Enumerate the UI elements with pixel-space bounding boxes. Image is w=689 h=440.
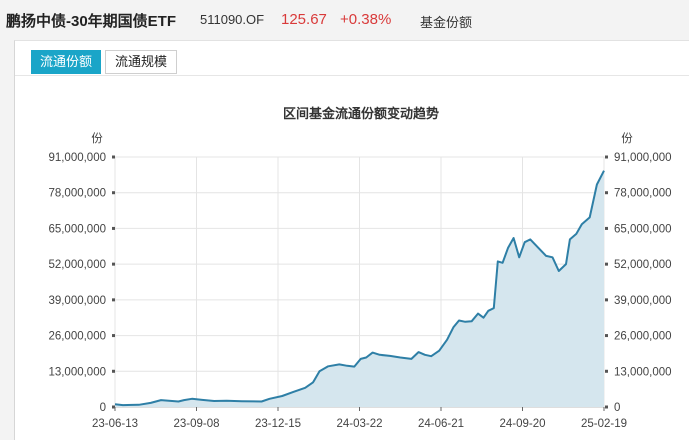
y-tick-label-right: 0 <box>614 402 620 414</box>
fund-code: 511090.OF <box>200 12 265 27</box>
y-tick-label-left: 78,000,000 <box>48 188 106 200</box>
y-tick-label-left: 13,000,000 <box>48 366 106 378</box>
y-tick-label-left: 52,000,000 <box>48 259 106 271</box>
y-tick-mark-right <box>605 405 608 409</box>
y-tick-mark-left <box>112 369 115 373</box>
y-tick-mark-right <box>605 298 608 302</box>
y-tick-mark-right <box>605 155 608 159</box>
x-tick-label: 24-09-20 <box>499 418 545 430</box>
share-trend-chart: 区间基金流通份额变动趋势 份 份 0 0 13,000,000 13,000,000 2… <box>48 106 672 430</box>
y-tick-mark-right <box>605 226 608 230</box>
y-tick-mark-left <box>112 191 115 195</box>
y-tick-label-right: 78,000,000 <box>614 188 672 200</box>
y-tick-label-right: 26,000,000 <box>614 331 672 343</box>
y-tick-label-left: 65,000,000 <box>48 223 106 235</box>
y-tick-mark-right <box>605 262 608 266</box>
fund-name: 鹏扬中债-30年期国债ETF <box>6 13 177 30</box>
x-tick-label: 23-06-13 <box>92 418 138 430</box>
chart-panel: 流通份额 流通规模 区间基金流通份额变动趋势 份 份 0 0 13,000,000 1… <box>14 40 689 440</box>
x-tick-label: 24-03-22 <box>336 418 382 430</box>
y-axis-right-unit: 份 <box>621 132 633 145</box>
y-tick-label-right: 65,000,000 <box>614 223 672 235</box>
y-tick-label-right: 91,000,000 <box>614 152 672 164</box>
y-tick-mark-right <box>605 334 608 338</box>
x-tick-label: 23-12-15 <box>255 418 301 430</box>
y-tick-label-left: 26,000,000 <box>48 331 106 343</box>
y-tick-mark-left <box>112 155 115 159</box>
y-tick-mark-left <box>112 334 115 338</box>
fund-header: 鹏扬中债-30年期国债ETF 511090.OF 125.67 +0.38% 基… <box>0 0 689 40</box>
y-tick-mark-left <box>112 298 115 302</box>
y-tick-label-right: 39,000,000 <box>614 295 672 307</box>
y-tick-mark-right <box>605 369 608 373</box>
y-tick-mark-right <box>605 191 608 195</box>
fund-price: 125.67 <box>281 11 327 28</box>
y-tick-label-right: 52,000,000 <box>614 259 672 271</box>
y-tick-label-left: 39,000,000 <box>48 295 106 307</box>
x-tick-label: 24-06-21 <box>418 418 464 430</box>
y-tick-mark-left <box>112 226 115 230</box>
x-tick-label: 23-09-08 <box>173 418 219 430</box>
y-tick-label-right: 13,000,000 <box>614 366 672 378</box>
fund-change: +0.38% <box>340 11 392 28</box>
fund-category-tag[interactable]: 基金份额 <box>420 12 472 31</box>
y-tick-mark-left <box>112 262 115 266</box>
chart-title: 区间基金流通份额变动趋势 <box>283 106 439 121</box>
y-tick-label-left: 0 <box>100 402 106 414</box>
y-axis-left-unit: 份 <box>91 132 103 145</box>
x-tick-label: 25-02-19 <box>581 418 627 430</box>
y-tick-label-left: 91,000,000 <box>48 152 106 164</box>
